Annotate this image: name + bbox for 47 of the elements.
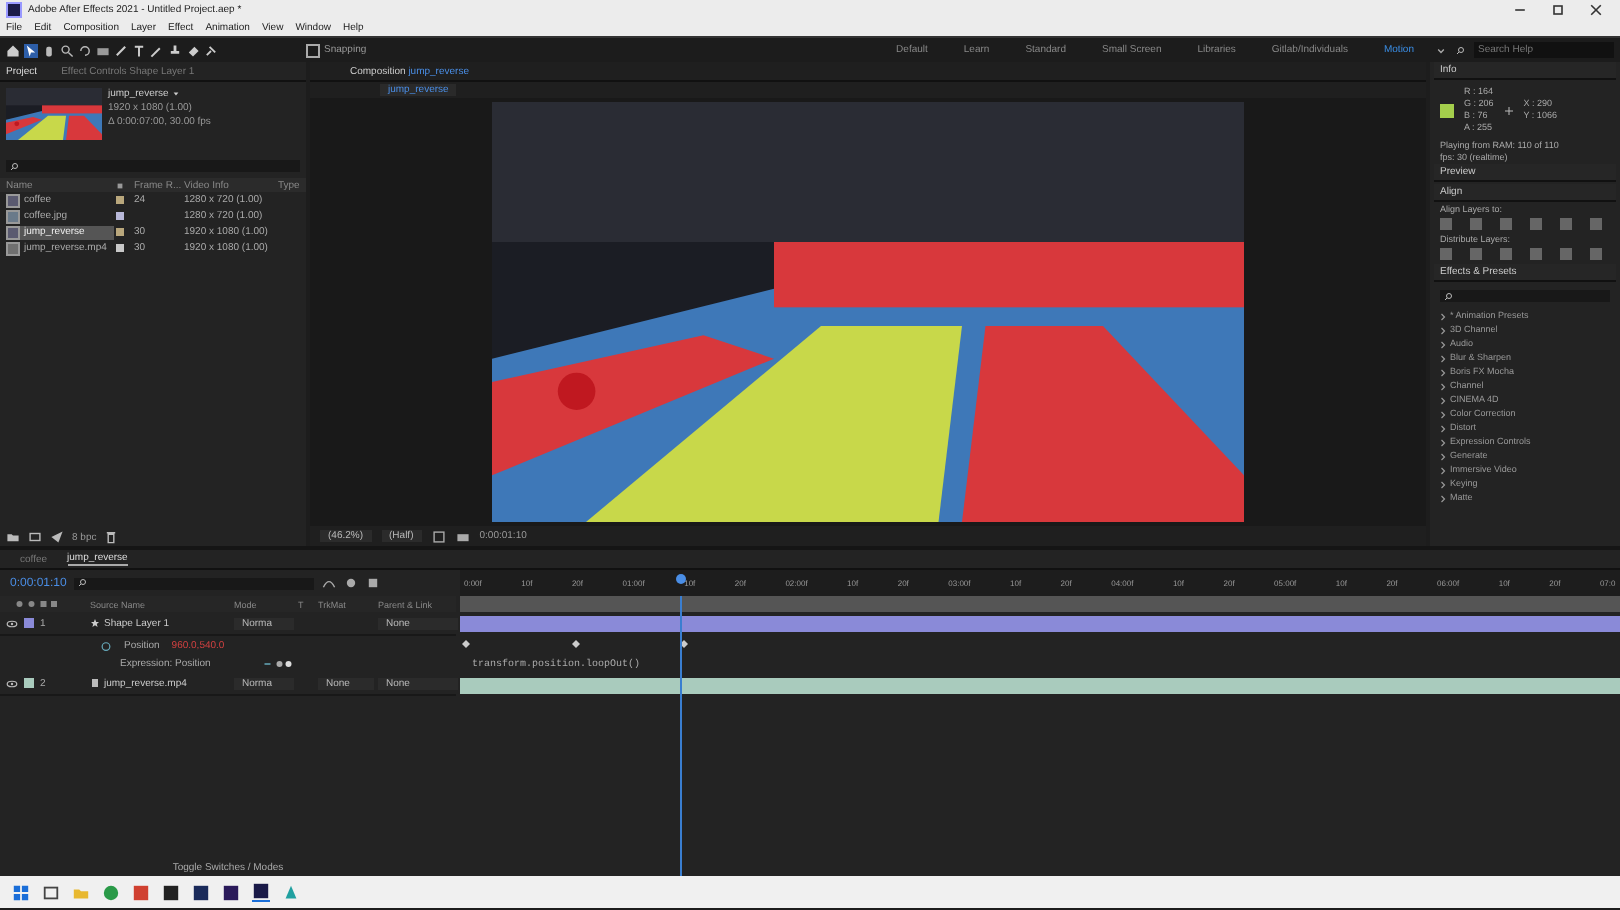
- film-icon: [90, 678, 100, 688]
- search-icon: [1456, 45, 1466, 55]
- search-icon: [1444, 291, 1454, 301]
- camera-icon[interactable]: [455, 529, 470, 543]
- color-swatch: [1440, 103, 1454, 117]
- close-icon[interactable]: [1588, 1, 1604, 17]
- rotate-icon[interactable]: [78, 43, 92, 57]
- task-view-icon[interactable]: [42, 883, 60, 901]
- star-icon: [90, 618, 100, 628]
- hand-icon[interactable]: [42, 43, 56, 57]
- effects-search-field[interactable]: [1440, 290, 1610, 302]
- layer-search-field[interactable]: [74, 577, 315, 589]
- stamp-icon[interactable]: [168, 43, 182, 57]
- home-icon[interactable]: [6, 43, 20, 57]
- app-icon[interactable]: [252, 882, 270, 902]
- stopwatch-icon[interactable]: [100, 639, 112, 651]
- pen-icon[interactable]: [114, 43, 128, 57]
- text-tool-icon[interactable]: [132, 43, 146, 57]
- menu-icon[interactable]: [1434, 43, 1448, 57]
- search-icon: [78, 578, 89, 588]
- crosshair-icon: [1503, 105, 1514, 115]
- camera-icon[interactable]: [96, 43, 110, 57]
- search-icon: [10, 161, 20, 171]
- pin-icon[interactable]: [204, 43, 218, 57]
- motion-blur-icon[interactable]: [344, 576, 359, 590]
- graph-editor-icon[interactable]: [322, 576, 337, 590]
- project-search-field[interactable]: [6, 160, 300, 172]
- eye-icon[interactable]: [6, 677, 18, 689]
- expression-controls-icon[interactable]: [260, 657, 297, 669]
- zoom-icon[interactable]: [60, 43, 74, 57]
- windows-logo-icon[interactable]: [12, 883, 30, 901]
- grid-icon[interactable]: [431, 529, 446, 543]
- frame-blend-icon[interactable]: [366, 576, 381, 590]
- layer-bar[interactable]: [460, 615, 1620, 631]
- label-column-icon: [116, 181, 124, 189]
- snapping-checkbox[interactable]: [306, 43, 320, 57]
- layer-bar[interactable]: [460, 677, 1620, 693]
- eye-icon[interactable]: [6, 617, 18, 629]
- thumbnail-drawing: [6, 88, 102, 140]
- eraser-icon[interactable]: [186, 43, 200, 57]
- restore-icon[interactable]: [1550, 1, 1566, 17]
- selection-tool-icon[interactable]: [24, 43, 38, 57]
- app-logo-icon: [6, 1, 22, 17]
- composition-icon[interactable]: [28, 530, 42, 544]
- brush-icon[interactable]: [150, 43, 164, 57]
- trash-icon[interactable]: [104, 530, 119, 544]
- playhead[interactable]: [676, 574, 687, 584]
